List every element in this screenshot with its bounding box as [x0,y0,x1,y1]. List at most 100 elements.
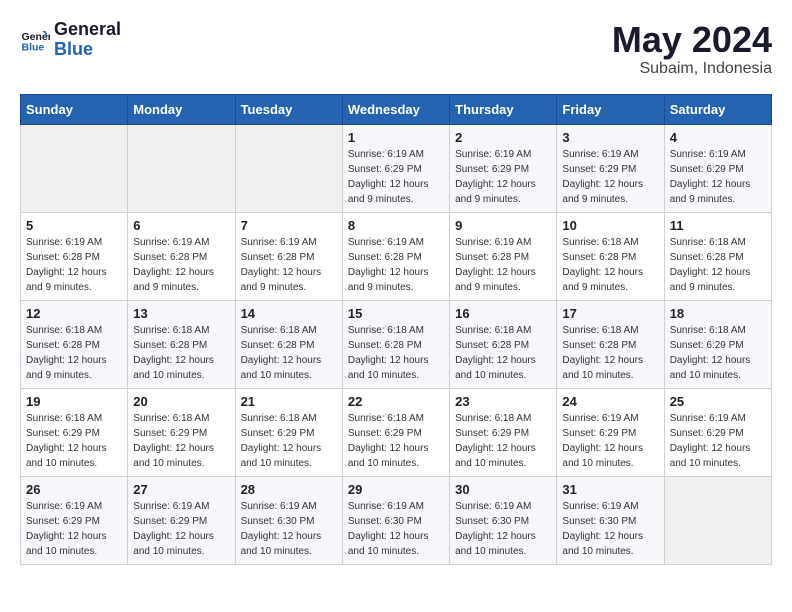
calendar-cell: 27 Sunrise: 6:19 AMSunset: 6:29 PMDayligh… [128,476,235,564]
calendar-day-header: Monday [128,94,235,124]
day-number: 24 [562,394,658,409]
calendar-cell: 28 Sunrise: 6:19 AMSunset: 6:30 PMDayligh… [235,476,342,564]
page-header: General Blue General Blue May 2024 Subai… [20,20,772,78]
calendar-cell: 2Sunrise: 6:19 AMSunset: 6:29 PMDaylight… [450,124,557,212]
day-number: 30 [455,482,551,497]
calendar-header-row: SundayMondayTuesdayWednesdayThursdayFrid… [21,94,772,124]
day-number: 22 [348,394,444,409]
month-title: May 2024 [612,20,772,60]
calendar-cell: 14 Sunrise: 6:18 AMSunset: 6:28 PMDayligh… [235,300,342,388]
calendar-week-row: 1 Sunrise: 6:19 AMSunset: 6:29 PMDaylight… [21,124,772,212]
cell-info: Sunrise: 6:18 AMSunset: 6:29 PMDaylight:… [133,411,229,471]
day-number: 4 [670,130,766,145]
calendar-cell: 9 Sunrise: 6:19 AMSunset: 6:28 PMDaylight… [450,212,557,300]
calendar-cell: 24 Sunrise: 6:19 AMSunset: 6:29 PMDayligh… [557,388,664,476]
cell-info: Sunrise: 6:18 AMSunset: 6:28 PMDaylight:… [455,323,551,383]
cell-info: Sunrise: 6:18 AMSunset: 6:29 PMDaylight:… [26,411,122,471]
cell-info: Sunrise: 6:18 AMSunset: 6:29 PMDaylight:… [455,411,551,471]
day-number: 2 [455,130,551,145]
day-number: 14 [241,306,337,321]
calendar-cell: 26 Sunrise: 6:19 AMSunset: 6:29 PMDayligh… [21,476,128,564]
cell-info: Sunrise: 6:19 AMSunset: 6:30 PMDaylight:… [241,499,337,559]
day-number: 21 [241,394,337,409]
title-block: May 2024 Subaim, Indonesia [612,20,772,78]
cell-info: Sunrise: 6:18 AMSunset: 6:28 PMDaylight:… [26,323,122,383]
day-number: 13 [133,306,229,321]
calendar-cell: 17 Sunrise: 6:18 AMSunset: 6:28 PMDayligh… [557,300,664,388]
cell-info: Sunrise: 6:19 AMSunset: 6:28 PMDaylight:… [241,235,337,295]
calendar-cell: 15 Sunrise: 6:18 AMSunset: 6:28 PMDayligh… [342,300,449,388]
calendar-cell: 20 Sunrise: 6:18 AMSunset: 6:29 PMDayligh… [128,388,235,476]
cell-info: Sunrise: 6:19 AMSunset: 6:29 PMDaylight:… [670,147,766,207]
cell-info: Sunrise: 6:19 AMSunset: 6:29 PMDaylight:… [26,499,122,559]
day-number: 29 [348,482,444,497]
day-number: 10 [562,218,658,233]
calendar-week-row: 19 Sunrise: 6:18 AMSunset: 6:29 PMDayligh… [21,388,772,476]
svg-text:Blue: Blue [22,41,45,53]
calendar-cell: 5Sunrise: 6:19 AMSunset: 6:28 PMDaylight… [21,212,128,300]
day-number: 19 [26,394,122,409]
cell-info: Sunrise: 6:19 AMSunset: 6:29 PMDaylight:… [133,499,229,559]
day-number: 31 [562,482,658,497]
cell-info: Sunrise: 6:19 AMSunset: 6:30 PMDaylight:… [348,499,444,559]
day-number: 20 [133,394,229,409]
cell-info: Sunrise: 6:19 AMSunset: 6:30 PMDaylight:… [455,499,551,559]
calendar-cell: 22Sunrise: 6:18 AMSunset: 6:29 PMDayligh… [342,388,449,476]
day-number: 18 [670,306,766,321]
day-number: 28 [241,482,337,497]
calendar-week-row: 5 Sunrise: 6:19 AMSunset: 6:28 PMDaylight… [21,212,772,300]
calendar-cell: 7 Sunrise: 6:19 AMSunset: 6:28 PMDaylight… [235,212,342,300]
calendar-cell: 16Sunrise: 6:18 AMSunset: 6:28 PMDayligh… [450,300,557,388]
day-number: 17 [562,306,658,321]
calendar-day-header: Saturday [664,94,771,124]
calendar-day-header: Sunday [21,94,128,124]
calendar-cell [21,124,128,212]
cell-info: Sunrise: 6:18 AMSunset: 6:28 PMDaylight:… [241,323,337,383]
calendar-table: SundayMondayTuesdayWednesdayThursdayFrid… [20,94,772,565]
calendar-cell: 12 Sunrise: 6:18 AMSunset: 6:28 PMDayligh… [21,300,128,388]
calendar-cell: 13 Sunrise: 6:18 AMSunset: 6:28 PMDayligh… [128,300,235,388]
calendar-cell: 10 Sunrise: 6:18 AMSunset: 6:28 PMDayligh… [557,212,664,300]
cell-info: Sunrise: 6:19 AMSunset: 6:29 PMDaylight:… [562,411,658,471]
calendar-cell: 1 Sunrise: 6:19 AMSunset: 6:29 PMDaylight… [342,124,449,212]
calendar-day-header: Wednesday [342,94,449,124]
cell-info: Sunrise: 6:19 AMSunset: 6:28 PMDaylight:… [455,235,551,295]
calendar-cell: 8Sunrise: 6:19 AMSunset: 6:28 PMDaylight… [342,212,449,300]
day-number: 9 [455,218,551,233]
day-number: 12 [26,306,122,321]
calendar-day-header: Tuesday [235,94,342,124]
calendar-week-row: 12 Sunrise: 6:18 AMSunset: 6:28 PMDayligh… [21,300,772,388]
day-number: 11 [670,218,766,233]
calendar-cell: 4 Sunrise: 6:19 AMSunset: 6:29 PMDaylight… [664,124,771,212]
cell-info: Sunrise: 6:19 AMSunset: 6:29 PMDaylight:… [562,147,658,207]
calendar-cell [128,124,235,212]
calendar-cell [235,124,342,212]
calendar-cell: 18Sunrise: 6:18 AMSunset: 6:29 PMDayligh… [664,300,771,388]
calendar-cell: 30 Sunrise: 6:19 AMSunset: 6:30 PMDayligh… [450,476,557,564]
calendar-day-header: Thursday [450,94,557,124]
cell-info: Sunrise: 6:18 AMSunset: 6:28 PMDaylight:… [562,323,658,383]
cell-info: Sunrise: 6:18 AMSunset: 6:28 PMDaylight:… [562,235,658,295]
day-number: 1 [348,130,444,145]
calendar-cell: 6 Sunrise: 6:19 AMSunset: 6:28 PMDaylight… [128,212,235,300]
cell-info: Sunrise: 6:19 AMSunset: 6:28 PMDaylight:… [348,235,444,295]
cell-info: Sunrise: 6:19 AMSunset: 6:29 PMDaylight:… [670,411,766,471]
calendar-cell: 11Sunrise: 6:18 AMSunset: 6:28 PMDayligh… [664,212,771,300]
day-number: 26 [26,482,122,497]
calendar-cell: 25 Sunrise: 6:19 AMSunset: 6:29 PMDayligh… [664,388,771,476]
cell-info: Sunrise: 6:18 AMSunset: 6:29 PMDaylight:… [241,411,337,471]
day-number: 6 [133,218,229,233]
cell-info: Sunrise: 6:19 AMSunset: 6:28 PMDaylight:… [133,235,229,295]
cell-info: Sunrise: 6:19 AMSunset: 6:29 PMDaylight:… [348,147,444,207]
calendar-cell: 31Sunrise: 6:19 AMSunset: 6:30 PMDayligh… [557,476,664,564]
day-number: 7 [241,218,337,233]
logo: General Blue General Blue [20,20,121,60]
cell-info: Sunrise: 6:18 AMSunset: 6:28 PMDaylight:… [348,323,444,383]
day-number: 5 [26,218,122,233]
calendar-cell: 21 Sunrise: 6:18 AMSunset: 6:29 PMDayligh… [235,388,342,476]
day-number: 25 [670,394,766,409]
day-number: 15 [348,306,444,321]
calendar-day-header: Friday [557,94,664,124]
day-number: 27 [133,482,229,497]
cell-info: Sunrise: 6:18 AMSunset: 6:28 PMDaylight:… [133,323,229,383]
